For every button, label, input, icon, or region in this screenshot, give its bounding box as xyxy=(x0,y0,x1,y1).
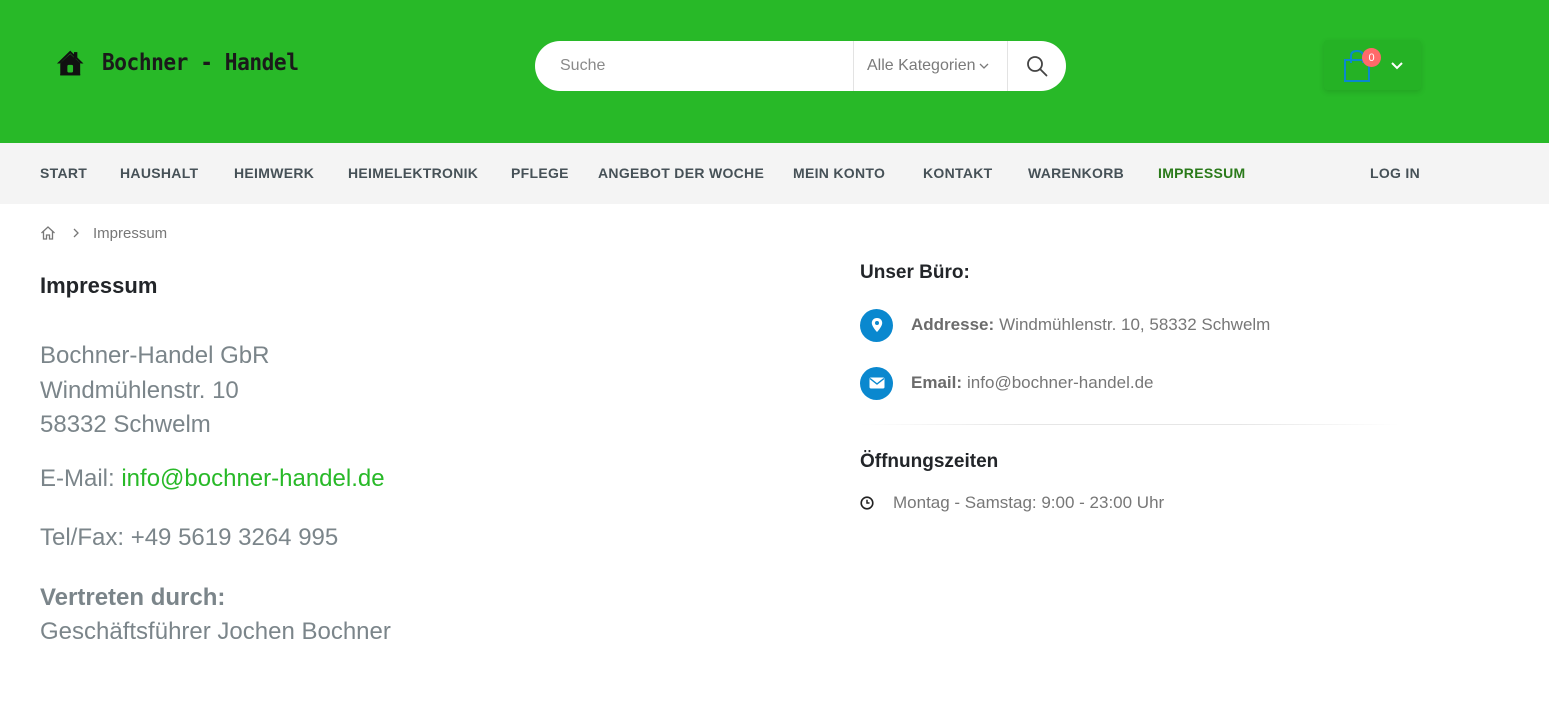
address-label: Addresse: xyxy=(911,315,995,334)
nav-item-login[interactable]: LOG IN xyxy=(1370,143,1420,204)
map-marker-icon xyxy=(860,308,893,342)
site-logo[interactable]: Bochner - Handel xyxy=(56,33,316,93)
email-link[interactable]: info@bochner-handel.de xyxy=(121,465,384,492)
breadcrumb-current: Impressum xyxy=(93,224,168,242)
office-email-value[interactable]: info@bochner-handel.de xyxy=(967,373,1153,393)
cart-count-badge: 0 xyxy=(1362,48,1381,67)
chevron-down-icon xyxy=(979,63,988,69)
site-header: Bochner - Handel Alle Kategorien 0 xyxy=(0,0,1549,143)
divider xyxy=(860,424,1400,425)
office-email-row: Email: info@bochner-handel.de xyxy=(860,366,1153,400)
represented-heading: Vertreten durch: xyxy=(40,584,226,611)
opening-hours-row: Montag - Samstag: 9:00 - 23:00 Uhr xyxy=(860,492,1164,514)
nav-item-haushalt[interactable]: HAUSHALT xyxy=(120,143,198,204)
address-value: Windmühlenstr. 10, 58332 Schwelm xyxy=(999,315,1271,334)
company-city: 58332 Schwelm xyxy=(40,411,211,438)
company-street: Windmühlenstr. 10 xyxy=(40,376,239,404)
opening-hours-heading: Öffnungszeiten xyxy=(860,451,999,472)
opening-hours-value: Montag - Samstag: 9:00 - 23:00 Uhr xyxy=(893,493,1165,512)
office-heading: Unser Büro: xyxy=(860,262,970,283)
nav-item-heimwerk[interactable]: HEIMWERK xyxy=(234,143,314,204)
represented-person: Geschäftsführer Jochen Bochner xyxy=(40,618,391,645)
nav-item-mein-konto[interactable]: MEIN KONTO xyxy=(793,143,885,204)
office-email-label: Email: xyxy=(911,373,963,392)
nav-item-pflege[interactable]: PFLEGE xyxy=(511,143,569,204)
main-navigation: START HAUSHALT HEIMWERK HEIMELEKTRONIK P… xyxy=(0,143,1549,204)
category-select-label: Alle Kategorien xyxy=(867,57,976,74)
nav-item-start[interactable]: START xyxy=(40,143,87,204)
search-input[interactable] xyxy=(535,41,853,91)
nav-item-kontakt[interactable]: KONTAKT xyxy=(923,143,993,204)
envelope-icon xyxy=(860,366,893,400)
logo-text: Bochner - Handel xyxy=(102,50,299,76)
nav-item-angebot-der-woche[interactable]: ANGEBOT DER WOCHE xyxy=(598,143,764,204)
chevron-down-icon xyxy=(1391,62,1403,70)
page-title: Impressum xyxy=(40,273,158,298)
company-email: E-Mail: info@bochner-handel.de xyxy=(40,465,385,493)
search-button[interactable] xyxy=(1008,41,1066,91)
company-phone: Tel/Fax: +49 5619 3264 995 xyxy=(40,524,339,551)
cart-button[interactable]: 0 xyxy=(1324,40,1421,90)
search-icon xyxy=(1027,56,1048,77)
nav-item-impressum[interactable]: IMPRESSUM xyxy=(1158,143,1246,204)
company-name: Bochner-Handel GbR xyxy=(40,342,270,369)
breadcrumb: Impressum xyxy=(40,223,167,243)
chevron-right-icon xyxy=(73,228,79,238)
clock-icon xyxy=(860,496,874,510)
company-address: Bochner-Handel GbR Windmühlenstr. 10 583… xyxy=(40,339,269,443)
category-select[interactable]: Alle Kategorien xyxy=(853,41,1008,91)
office-address-row: Addresse: Windmühlenstr. 10, 58332 Schwe… xyxy=(860,308,1270,342)
search-bar: Alle Kategorien xyxy=(535,41,1066,91)
home-icon[interactable] xyxy=(40,225,56,241)
house-logo-icon xyxy=(56,50,84,76)
nav-item-heimelektronik[interactable]: HEIMELEKTRONIK xyxy=(348,143,478,204)
email-label: E-Mail: xyxy=(40,465,122,492)
nav-item-warenkorb[interactable]: WARENKORB xyxy=(1028,143,1124,204)
